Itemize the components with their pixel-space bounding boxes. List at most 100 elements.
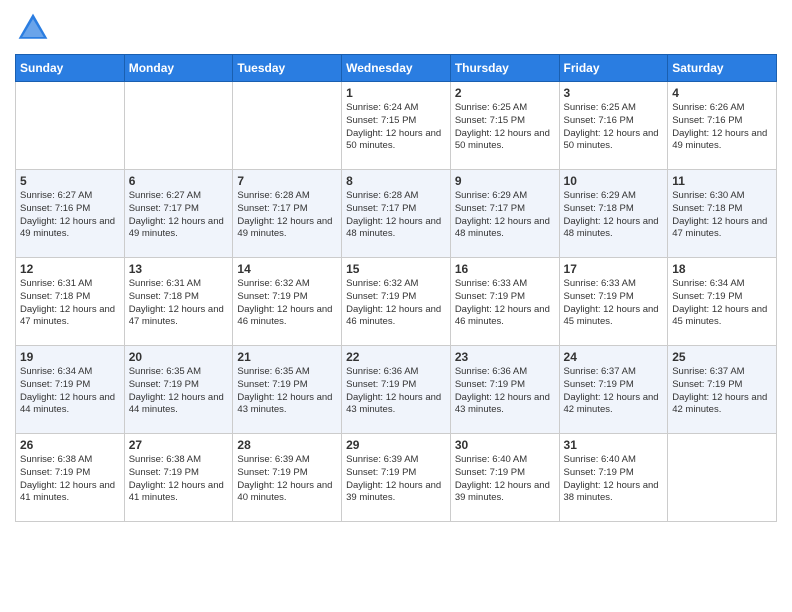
calendar-cell: 25 Sunrise: 6:37 AM Sunset: 7:19 PM Dayli… bbox=[668, 346, 777, 434]
calendar-cell: 12 Sunrise: 6:31 AM Sunset: 7:18 PM Dayli… bbox=[16, 258, 125, 346]
day-number: 27 bbox=[129, 438, 229, 452]
calendar-cell: 13 Sunrise: 6:31 AM Sunset: 7:18 PM Dayli… bbox=[124, 258, 233, 346]
day-number: 9 bbox=[455, 174, 555, 188]
day-info: Sunrise: 6:39 AM Sunset: 7:19 PM Dayligh… bbox=[237, 454, 337, 505]
day-info: Sunrise: 6:30 AM Sunset: 7:18 PM Dayligh… bbox=[672, 190, 772, 241]
page: SundayMondayTuesdayWednesdayThursdayFrid… bbox=[0, 0, 792, 612]
day-info: Sunrise: 6:38 AM Sunset: 7:19 PM Dayligh… bbox=[129, 454, 229, 505]
calendar-cell: 5Sunrise: 6:27 AM Sunset: 7:16 PM Daylig… bbox=[16, 170, 125, 258]
calendar-week-row: 5Sunrise: 6:27 AM Sunset: 7:16 PM Daylig… bbox=[16, 170, 777, 258]
calendar-cell bbox=[668, 434, 777, 522]
calendar-week-row: 1 Sunrise: 6:24 AM Sunset: 7:15 PM Daylig… bbox=[16, 82, 777, 170]
calendar-cell: 21 Sunrise: 6:35 AM Sunset: 7:19 PM Dayli… bbox=[233, 346, 342, 434]
calendar-cell: 14 Sunrise: 6:32 AM Sunset: 7:19 PM Dayli… bbox=[233, 258, 342, 346]
day-info: Sunrise: 6:40 AM Sunset: 7:19 PM Dayligh… bbox=[564, 454, 664, 505]
day-info: Sunrise: 6:36 AM Sunset: 7:19 PM Dayligh… bbox=[346, 366, 446, 417]
calendar-cell: 10 Sunrise: 6:29 AM Sunset: 7:18 PM Dayli… bbox=[559, 170, 668, 258]
calendar-cell: 3 Sunrise: 6:25 AM Sunset: 7:16 PM Daylig… bbox=[559, 82, 668, 170]
day-info: Sunrise: 6:26 AM Sunset: 7:16 PM Dayligh… bbox=[672, 102, 772, 153]
calendar-cell: 30 Sunrise: 6:40 AM Sunset: 7:19 PM Dayli… bbox=[450, 434, 559, 522]
day-number: 28 bbox=[237, 438, 337, 452]
calendar-header: SundayMondayTuesdayWednesdayThursdayFrid… bbox=[16, 55, 777, 82]
calendar-cell: 22 Sunrise: 6:36 AM Sunset: 7:19 PM Dayli… bbox=[342, 346, 451, 434]
calendar-body: 1 Sunrise: 6:24 AM Sunset: 7:15 PM Daylig… bbox=[16, 82, 777, 522]
day-number: 22 bbox=[346, 350, 446, 364]
day-info: Sunrise: 6:27 AM Sunset: 7:17 PM Dayligh… bbox=[129, 190, 229, 241]
day-number: 8 bbox=[346, 174, 446, 188]
calendar-week-row: 12 Sunrise: 6:31 AM Sunset: 7:18 PM Dayli… bbox=[16, 258, 777, 346]
day-info: Sunrise: 6:37 AM Sunset: 7:19 PM Dayligh… bbox=[564, 366, 664, 417]
calendar-cell bbox=[233, 82, 342, 170]
day-number: 4 bbox=[672, 86, 772, 100]
day-number: 10 bbox=[564, 174, 664, 188]
calendar-cell: 7Sunrise: 6:28 AM Sunset: 7:17 PM Daylig… bbox=[233, 170, 342, 258]
day-number: 1 bbox=[346, 86, 446, 100]
calendar-cell: 23 Sunrise: 6:36 AM Sunset: 7:19 PM Dayli… bbox=[450, 346, 559, 434]
day-info: Sunrise: 6:24 AM Sunset: 7:15 PM Dayligh… bbox=[346, 102, 446, 153]
day-number: 18 bbox=[672, 262, 772, 276]
calendar-cell: 2Sunrise: 6:25 AM Sunset: 7:15 PM Daylig… bbox=[450, 82, 559, 170]
calendar-week-row: 26 Sunrise: 6:38 AM Sunset: 7:19 PM Dayli… bbox=[16, 434, 777, 522]
weekday-header-sunday: Sunday bbox=[16, 55, 125, 82]
calendar-cell: 17Sunrise: 6:33 AM Sunset: 7:19 PM Dayli… bbox=[559, 258, 668, 346]
weekday-header-monday: Monday bbox=[124, 55, 233, 82]
calendar-cell: 24Sunrise: 6:37 AM Sunset: 7:19 PM Dayli… bbox=[559, 346, 668, 434]
day-info: Sunrise: 6:39 AM Sunset: 7:19 PM Dayligh… bbox=[346, 454, 446, 505]
day-info: Sunrise: 6:40 AM Sunset: 7:19 PM Dayligh… bbox=[455, 454, 555, 505]
calendar-week-row: 19 Sunrise: 6:34 AM Sunset: 7:19 PM Dayli… bbox=[16, 346, 777, 434]
day-number: 29 bbox=[346, 438, 446, 452]
day-info: Sunrise: 6:36 AM Sunset: 7:19 PM Dayligh… bbox=[455, 366, 555, 417]
day-info: Sunrise: 6:31 AM Sunset: 7:18 PM Dayligh… bbox=[129, 278, 229, 329]
day-info: Sunrise: 6:33 AM Sunset: 7:19 PM Dayligh… bbox=[455, 278, 555, 329]
day-number: 14 bbox=[237, 262, 337, 276]
day-number: 3 bbox=[564, 86, 664, 100]
weekday-header-tuesday: Tuesday bbox=[233, 55, 342, 82]
day-info: Sunrise: 6:32 AM Sunset: 7:19 PM Dayligh… bbox=[237, 278, 337, 329]
calendar-cell: 18 Sunrise: 6:34 AM Sunset: 7:19 PM Dayli… bbox=[668, 258, 777, 346]
day-info: Sunrise: 6:32 AM Sunset: 7:19 PM Dayligh… bbox=[346, 278, 446, 329]
day-number: 21 bbox=[237, 350, 337, 364]
day-number: 26 bbox=[20, 438, 120, 452]
day-info: Sunrise: 6:31 AM Sunset: 7:18 PM Dayligh… bbox=[20, 278, 120, 329]
calendar-cell: 4 Sunrise: 6:26 AM Sunset: 7:16 PM Daylig… bbox=[668, 82, 777, 170]
day-number: 30 bbox=[455, 438, 555, 452]
calendar-cell: 15 Sunrise: 6:32 AM Sunset: 7:19 PM Dayli… bbox=[342, 258, 451, 346]
weekday-header-row: SundayMondayTuesdayWednesdayThursdayFrid… bbox=[16, 55, 777, 82]
day-info: Sunrise: 6:35 AM Sunset: 7:19 PM Dayligh… bbox=[237, 366, 337, 417]
day-number: 2 bbox=[455, 86, 555, 100]
calendar-cell: 27 Sunrise: 6:38 AM Sunset: 7:19 PM Dayli… bbox=[124, 434, 233, 522]
weekday-header-saturday: Saturday bbox=[668, 55, 777, 82]
day-number: 12 bbox=[20, 262, 120, 276]
day-number: 16 bbox=[455, 262, 555, 276]
day-number: 31 bbox=[564, 438, 664, 452]
day-number: 19 bbox=[20, 350, 120, 364]
logo bbox=[15, 10, 55, 46]
day-number: 13 bbox=[129, 262, 229, 276]
day-info: Sunrise: 6:38 AM Sunset: 7:19 PM Dayligh… bbox=[20, 454, 120, 505]
calendar-cell: 20 Sunrise: 6:35 AM Sunset: 7:19 PM Dayli… bbox=[124, 346, 233, 434]
calendar-cell bbox=[16, 82, 125, 170]
day-info: Sunrise: 6:37 AM Sunset: 7:19 PM Dayligh… bbox=[672, 366, 772, 417]
calendar-cell: 16 Sunrise: 6:33 AM Sunset: 7:19 PM Dayli… bbox=[450, 258, 559, 346]
day-info: Sunrise: 6:35 AM Sunset: 7:19 PM Dayligh… bbox=[129, 366, 229, 417]
calendar-cell: 1 Sunrise: 6:24 AM Sunset: 7:15 PM Daylig… bbox=[342, 82, 451, 170]
calendar-cell: 26 Sunrise: 6:38 AM Sunset: 7:19 PM Dayli… bbox=[16, 434, 125, 522]
calendar-cell bbox=[124, 82, 233, 170]
day-number: 25 bbox=[672, 350, 772, 364]
day-info: Sunrise: 6:29 AM Sunset: 7:18 PM Dayligh… bbox=[564, 190, 664, 241]
day-number: 17 bbox=[564, 262, 664, 276]
day-info: Sunrise: 6:29 AM Sunset: 7:17 PM Dayligh… bbox=[455, 190, 555, 241]
day-number: 15 bbox=[346, 262, 446, 276]
day-number: 6 bbox=[129, 174, 229, 188]
calendar-cell: 28 Sunrise: 6:39 AM Sunset: 7:19 PM Dayli… bbox=[233, 434, 342, 522]
header bbox=[15, 10, 777, 46]
day-info: Sunrise: 6:34 AM Sunset: 7:19 PM Dayligh… bbox=[20, 366, 120, 417]
calendar-cell: 11Sunrise: 6:30 AM Sunset: 7:18 PM Dayli… bbox=[668, 170, 777, 258]
day-info: Sunrise: 6:27 AM Sunset: 7:16 PM Dayligh… bbox=[20, 190, 120, 241]
day-info: Sunrise: 6:25 AM Sunset: 7:16 PM Dayligh… bbox=[564, 102, 664, 153]
day-info: Sunrise: 6:34 AM Sunset: 7:19 PM Dayligh… bbox=[672, 278, 772, 329]
calendar-cell: 6 Sunrise: 6:27 AM Sunset: 7:17 PM Daylig… bbox=[124, 170, 233, 258]
day-number: 23 bbox=[455, 350, 555, 364]
day-number: 20 bbox=[129, 350, 229, 364]
calendar-cell: 19 Sunrise: 6:34 AM Sunset: 7:19 PM Dayli… bbox=[16, 346, 125, 434]
